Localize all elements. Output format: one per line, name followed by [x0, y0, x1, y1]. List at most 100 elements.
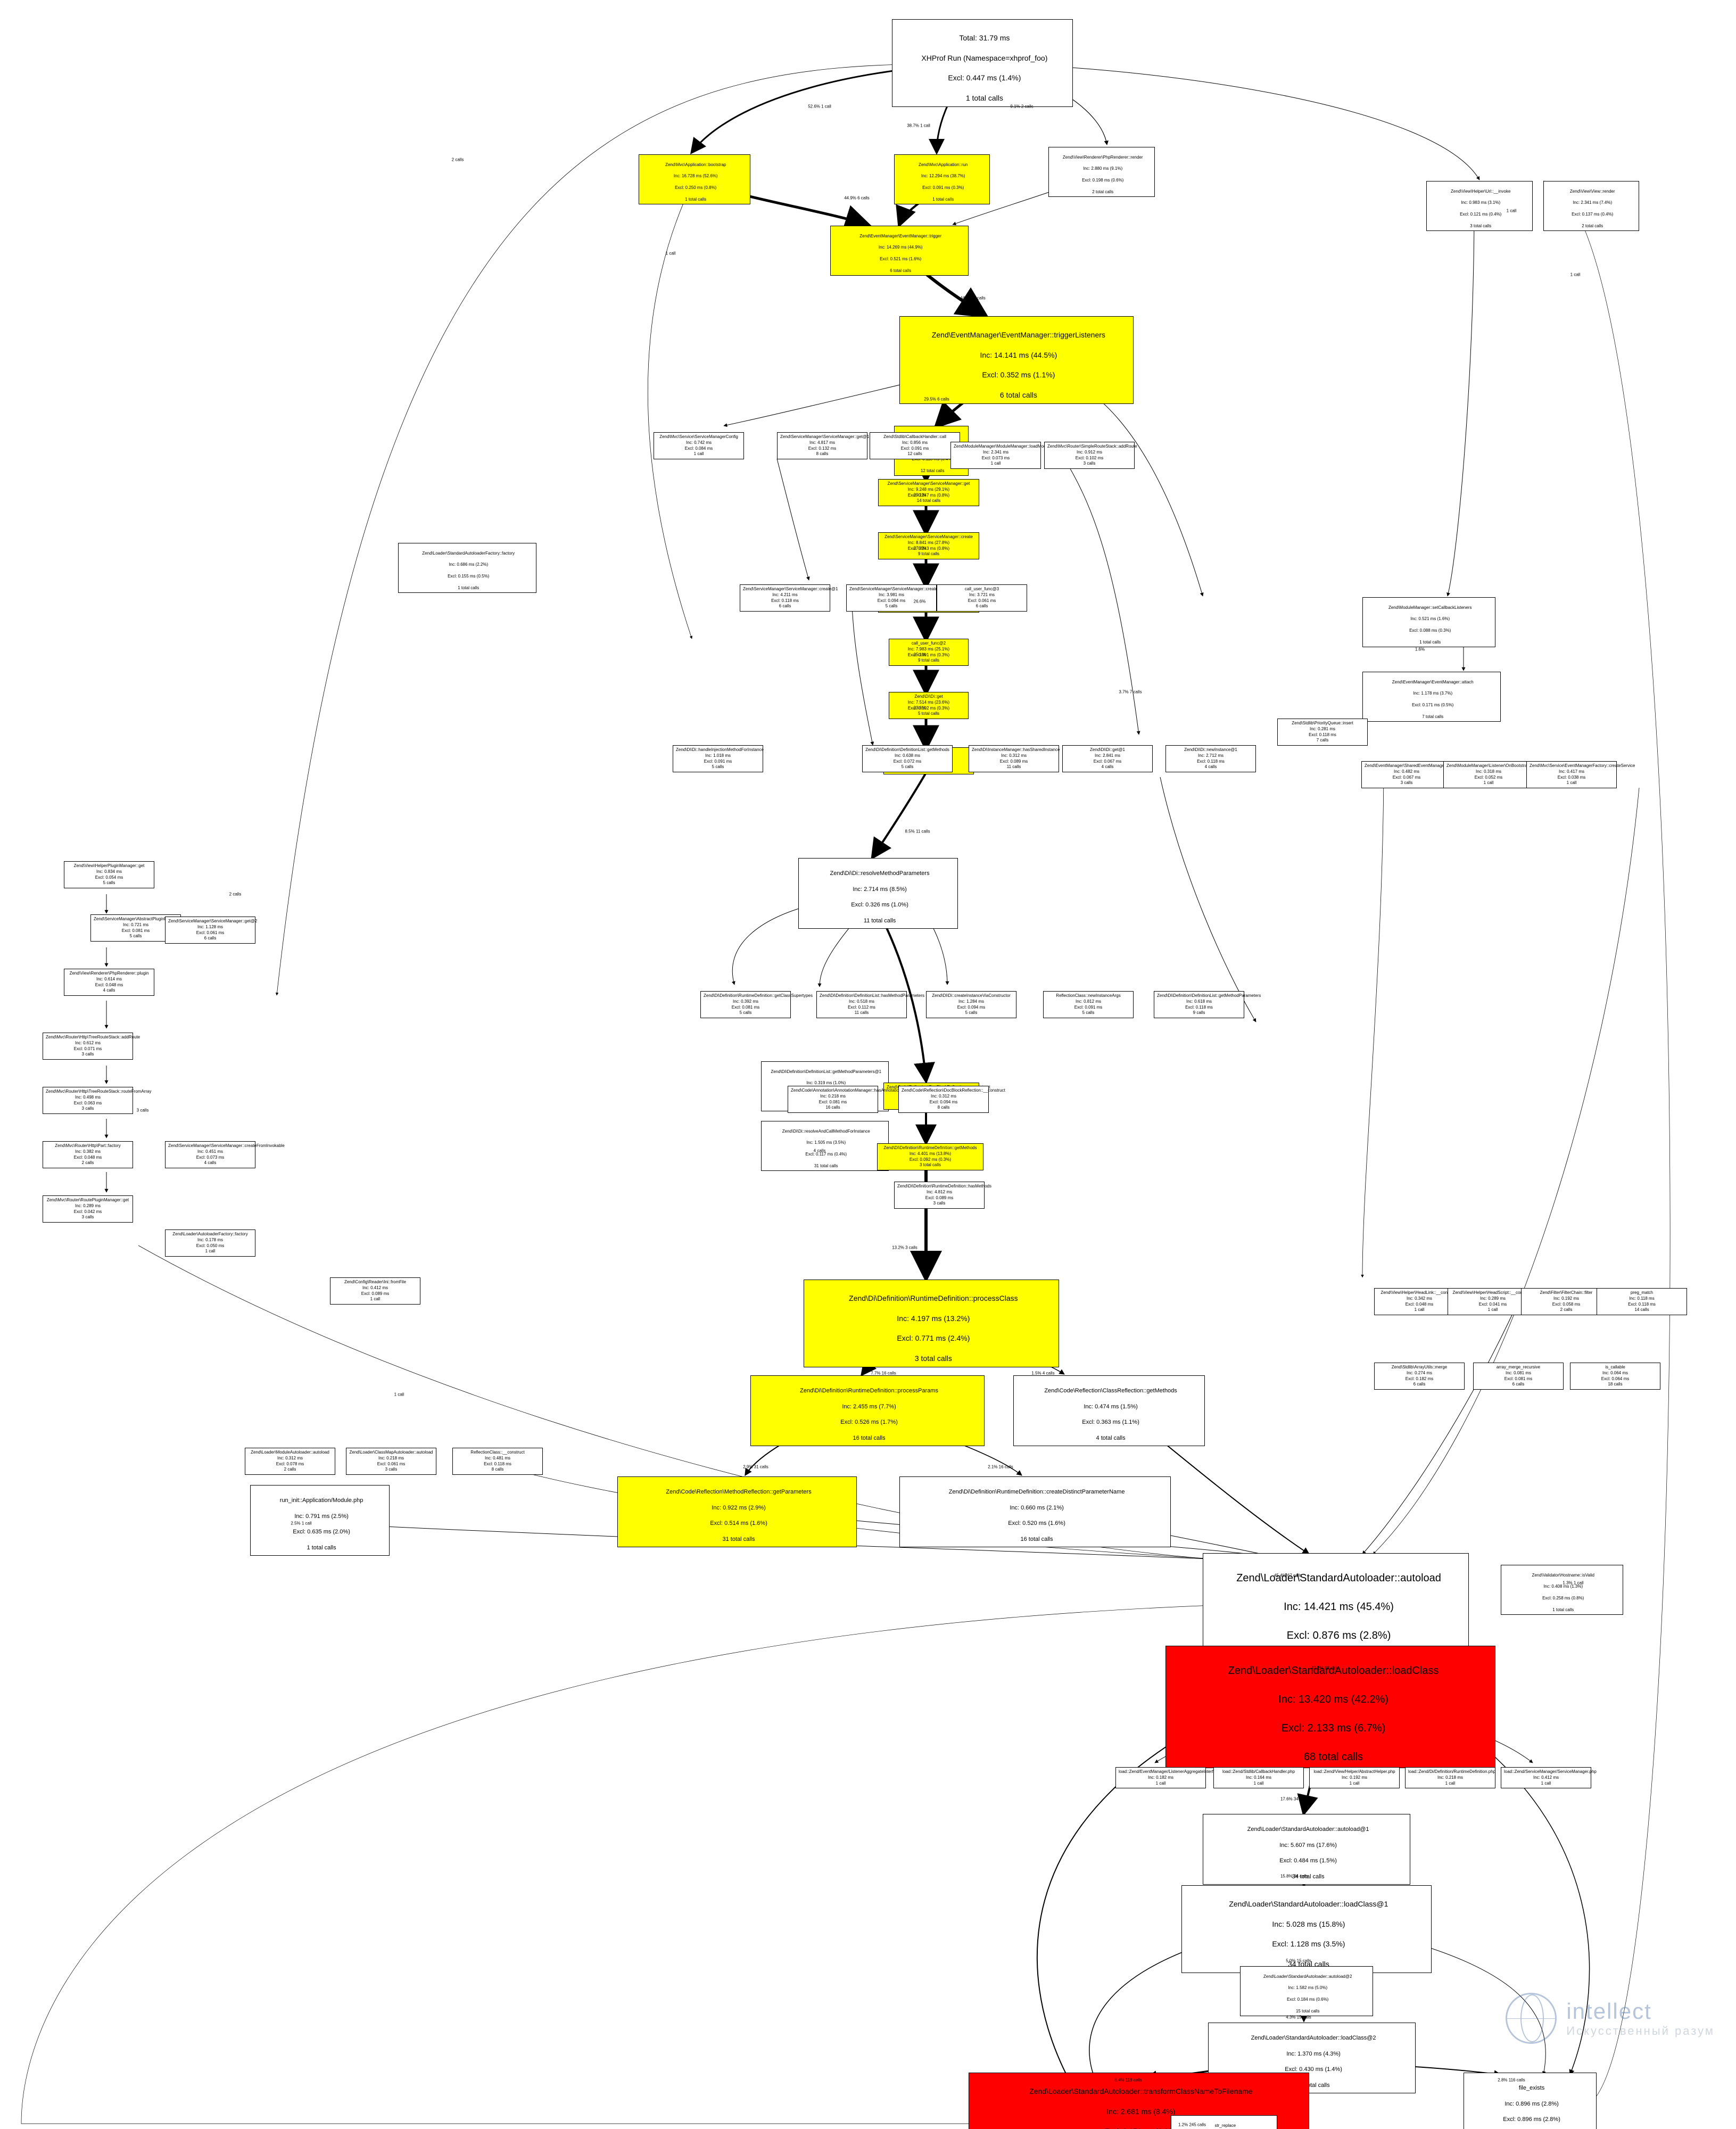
node-em-trigger[interactable]: Zend\EventManager\EventManager::trigger …: [830, 226, 969, 276]
root-title: Total: 31.79 ms: [959, 34, 1010, 42]
tiny-node-10[interactable]: Zend\Di\InstanceManager::hasSharedInstan…: [969, 745, 1059, 772]
edge-label-11: 8.5% 11 calls: [905, 829, 930, 834]
root-node[interactable]: Total: 31.79 ms XHProf Run (Namespace=xh…: [892, 19, 1073, 107]
node-process-class[interactable]: Zend\Di\Definition\RuntimeDefinition::pr…: [804, 1280, 1059, 1367]
node-file-exists[interactable]: file_exists Inc: 0.896 ms (2.8%) Excl: 0…: [1464, 2073, 1597, 2129]
edge-label-26: 2.5% 1 call: [291, 1521, 311, 1526]
node-sm-create[interactable]: Zend\ServiceManager\ServiceManager::crea…: [878, 532, 979, 559]
tiny-node-18[interactable]: Zend\ModuleManager\Listener\OnBootstrapL…: [1443, 761, 1534, 788]
node-autoloader-factory[interactable]: Zend\Loader\StandardAutoloaderFactory::f…: [398, 543, 536, 593]
tiny-node-7[interactable]: call_user_func@3 Inc: 3.721 ms Excl: 0.0…: [937, 584, 1027, 612]
edge-label-3: 44.9% 6 calls: [844, 196, 870, 201]
node-url-invoke[interactable]: Zend\View\Helper\Url::__invoke Inc: 0.98…: [1426, 181, 1533, 231]
edge-label-27: 1.3% 1 call: [1563, 1581, 1583, 1586]
edge-label-28: 1 call: [1507, 209, 1517, 213]
tiny-node-27[interactable]: Zend\Config\Reader\Ini::fromFile Inc: 0.…: [330, 1277, 420, 1305]
tiny-node-9[interactable]: Zend\Di\Definition\DefinitionList::getMe…: [862, 745, 953, 772]
tiny-node-25[interactable]: Zend\ServiceManager\ServiceManager::crea…: [165, 1141, 255, 1168]
tiny-node-8[interactable]: Zend\Di\Di::handleInjectionMethodForInst…: [673, 745, 763, 772]
tiny-node-23[interactable]: Zend\Mvc\Router\RoutePluginManager::get …: [43, 1195, 133, 1223]
tiny-node-50[interactable]: Zend\Di\Definition\RuntimeDefinition::ha…: [894, 1182, 985, 1209]
tiny-node-44[interactable]: load::Zend/Stdlib/CallbackHandler.php In…: [1213, 1767, 1304, 1788]
tiny-node-32[interactable]: Zend\Di\Definition\RuntimeDefinition::ge…: [700, 991, 791, 1018]
edge-label-29: 1 call: [1570, 273, 1581, 277]
node-get-parameters[interactable]: Zend\Code\Reflection\MethodReflection::g…: [617, 1476, 857, 1547]
tiny-node-49[interactable]: Zend\Code\Reflection\DocBlockReflection:…: [898, 1086, 989, 1113]
edge-label-34: 2 calls: [229, 892, 242, 897]
node-resolve-method-params[interactable]: Zend\Di\Di::resolveMethodParameters Inc:…: [798, 858, 958, 929]
node-create-distinct[interactable]: Zend\Di\Definition\RuntimeDefinition::cr…: [899, 1476, 1171, 1547]
edge-label-10: 23.6%: [914, 706, 926, 711]
tiny-node-26[interactable]: Zend\Loader\AutoloaderFactory::factory I…: [165, 1229, 255, 1257]
node-run[interactable]: Zend\Mvc\Application::run Inc: 12.294 ms…: [894, 154, 990, 204]
tiny-node-15[interactable]: Zend\View\Renderer\PhpRenderer::plugin I…: [64, 969, 154, 996]
edge-label-6: 29.1%: [914, 493, 926, 498]
tiny-node-34[interactable]: ReflectionClass::newInstanceArgs Inc: 0.…: [1043, 991, 1134, 1018]
watermark: intellect Искусственный разум: [1506, 1993, 1715, 2044]
tiny-node-16[interactable]: Zend\Stdlib\PriorityQueue::insert Inc: 0…: [1277, 719, 1368, 746]
edge-label-20: 15.8% 34 calls: [1280, 1874, 1308, 1879]
tiny-node-6[interactable]: Zend\ServiceManager\ServiceManager::crea…: [846, 584, 937, 612]
tiny-node-19[interactable]: Zend\Mvc\Service\EventManagerFactory::cr…: [1526, 761, 1617, 788]
tiny-node-17[interactable]: Zend\EventManager\SharedEventManager::at…: [1361, 761, 1452, 788]
node-process-params[interactable]: Zend\Di\Definition\RuntimeDefinition::pr…: [750, 1375, 985, 1446]
tiny-node-3[interactable]: Zend\ModuleManager\ModuleManager::loadMo…: [950, 442, 1041, 469]
tiny-node-1[interactable]: Zend\ServiceManager\ServiceManager::get@…: [777, 432, 867, 459]
tiny-node-13[interactable]: Zend\View\HelperPluginManager::get Inc: …: [64, 861, 154, 888]
edge-label-16: 2.1% 16 calls: [988, 1465, 1013, 1470]
edge-label-15: 2.9% 31 calls: [743, 1465, 768, 1470]
edge-label-14: 1.5% 4 calls: [1031, 1371, 1054, 1376]
node-di-get[interactable]: Zend\Di\Di::get Inc: 7.514 ms (23.6%) Ex…: [889, 692, 969, 719]
tiny-node-24[interactable]: Zend\ServiceManager\ServiceManager::get@…: [165, 917, 255, 944]
tiny-node-4[interactable]: Zend\Mvc\Router\SimpleRouteStack::addRou…: [1044, 442, 1135, 469]
edge-label-8: 26.6%: [914, 599, 926, 604]
node-em-attach[interactable]: Zend\EventManager\EventManager::attach I…: [1362, 672, 1501, 722]
tiny-node-33[interactable]: Zend\Di\Di::createInstanceViaConstructor…: [926, 991, 1016, 1018]
node-view-render[interactable]: Zend\View\View::render Inc: 2.341 ms (7.…: [1543, 181, 1639, 231]
tiny-node-46[interactable]: load::Zend/Di/Definition/RuntimeDefiniti…: [1405, 1767, 1495, 1788]
node-is-valid[interactable]: Zend\Validator\Hostname::isValid Inc: 0.…: [1501, 1565, 1623, 1615]
node-cuf2[interactable]: call_user_func@2 Inc: 7.983 ms (25.1%) E…: [889, 639, 969, 666]
tiny-node-31[interactable]: Zend\Di\Definition\DefinitionList::hasMe…: [816, 991, 907, 1018]
edge-label-13: 7.7% 16 calls: [871, 1371, 896, 1376]
tiny-node-42[interactable]: is_callable Inc: 0.064 ms Excl: 0.064 ms…: [1570, 1363, 1660, 1390]
edge-label-24: 2.8% 116 calls: [1498, 2078, 1525, 2083]
node-render[interactable]: Zend\View\Renderer\PhpRenderer::render I…: [1048, 147, 1155, 197]
node-set-callback[interactable]: Zend\ModuleManager::setCallbackListeners…: [1362, 597, 1495, 647]
tiny-node-43[interactable]: load::Zend/EventManager/ListenerAggregat…: [1115, 1767, 1206, 1788]
tiny-node-39[interactable]: preg_match Inc: 0.118 ms Excl: 0.118 ms …: [1597, 1288, 1687, 1315]
tiny-node-47[interactable]: load::Zend/ServiceManager/ServiceManager…: [1501, 1767, 1591, 1788]
node-sm-get[interactable]: Zend\ServiceManager\ServiceManager::get …: [878, 479, 979, 506]
tiny-node-28[interactable]: Zend\Loader\ModuleAutoloader::autoload I…: [245, 1448, 335, 1475]
edge-label-23: 8.4% 118 calls: [1114, 2078, 1142, 2083]
edge-label-5: 29.5% 6 calls: [924, 397, 949, 402]
node-y-mid[interactable]: Zend\Di\Definition\RuntimeDefinition::ge…: [877, 1143, 983, 1170]
edge-label-18: 42.2% 68 calls: [1311, 1666, 1339, 1671]
tiny-node-5[interactable]: Zend\ServiceManager\ServiceManager::crea…: [740, 584, 830, 612]
tiny-node-11[interactable]: Zend\Di\Di::get@1 Inc: 2.841 ms Excl: 0.…: [1062, 745, 1153, 772]
tiny-node-21[interactable]: Zend\Mvc\Router\Http\TreeRouteStack::rou…: [43, 1087, 133, 1114]
node-get-methods[interactable]: Zend\Code\Reflection\ClassReflection::ge…: [1013, 1375, 1205, 1446]
globe-icon: [1506, 1993, 1557, 2044]
tiny-node-22[interactable]: Zend\Mvc\Router\Http\Part::factory Inc: …: [43, 1141, 133, 1168]
tiny-node-35[interactable]: Zend\Di\Definition\DefinitionList::getMe…: [1154, 991, 1244, 1018]
tiny-node-45[interactable]: load::Zend/View/Helper/AbstractHelper.ph…: [1309, 1767, 1400, 1788]
edge-label-2: 9.1% 2 calls: [1010, 104, 1033, 109]
node-autoload-2[interactable]: Zend\Loader\StandardAutoloader::autoload…: [1240, 1966, 1373, 2016]
node-trigger-listeners[interactable]: Zend\EventManager\EventManager::triggerL…: [899, 316, 1134, 404]
tiny-node-30[interactable]: ReflectionClass::__construct Inc: 0.481 …: [452, 1448, 543, 1475]
tiny-node-40[interactable]: Zend\Stdlib\ArrayUtils::merge Inc: 0.274…: [1374, 1363, 1465, 1390]
tiny-node-29[interactable]: Zend\Loader\ClassMapAutoloader::autoload…: [346, 1448, 436, 1475]
node-run-init[interactable]: run_init::Application/Module.php Inc: 0.…: [250, 1485, 390, 1556]
tiny-node-41[interactable]: array_merge_recursive Inc: 0.081 ms Excl…: [1473, 1363, 1564, 1390]
tiny-node-0[interactable]: Zend\Mvc\Service\ServiceManagerConfig In…: [654, 432, 744, 459]
node-load-class[interactable]: Zend\Loader\StandardAutoloader::loadClas…: [1165, 1646, 1495, 1768]
tiny-node-48[interactable]: Zend\Code\Annotation\AnnotationManager::…: [788, 1086, 878, 1113]
edge-label-12: 13.2% 3 calls: [892, 1245, 917, 1250]
tiny-node-12[interactable]: Zend\Di\Di::newInstance@1 Inc: 2.712 ms …: [1165, 745, 1256, 772]
node-bootstrap[interactable]: Zend\Mvc\Application::bootstrap Inc: 16.…: [639, 154, 750, 204]
node-resolve-call[interactable]: Zend\Di\Di::resolveAndCallMethodForInsta…: [761, 1121, 889, 1171]
edge-label-22: 4.3% 15 calls: [1286, 2015, 1311, 2020]
tiny-node-20[interactable]: Zend\Mvc\Router\Http\TreeRouteStack::add…: [43, 1033, 133, 1060]
tiny-node-2[interactable]: Zend\Stdlib\CallbackHandler::call Inc: 0…: [870, 432, 960, 459]
